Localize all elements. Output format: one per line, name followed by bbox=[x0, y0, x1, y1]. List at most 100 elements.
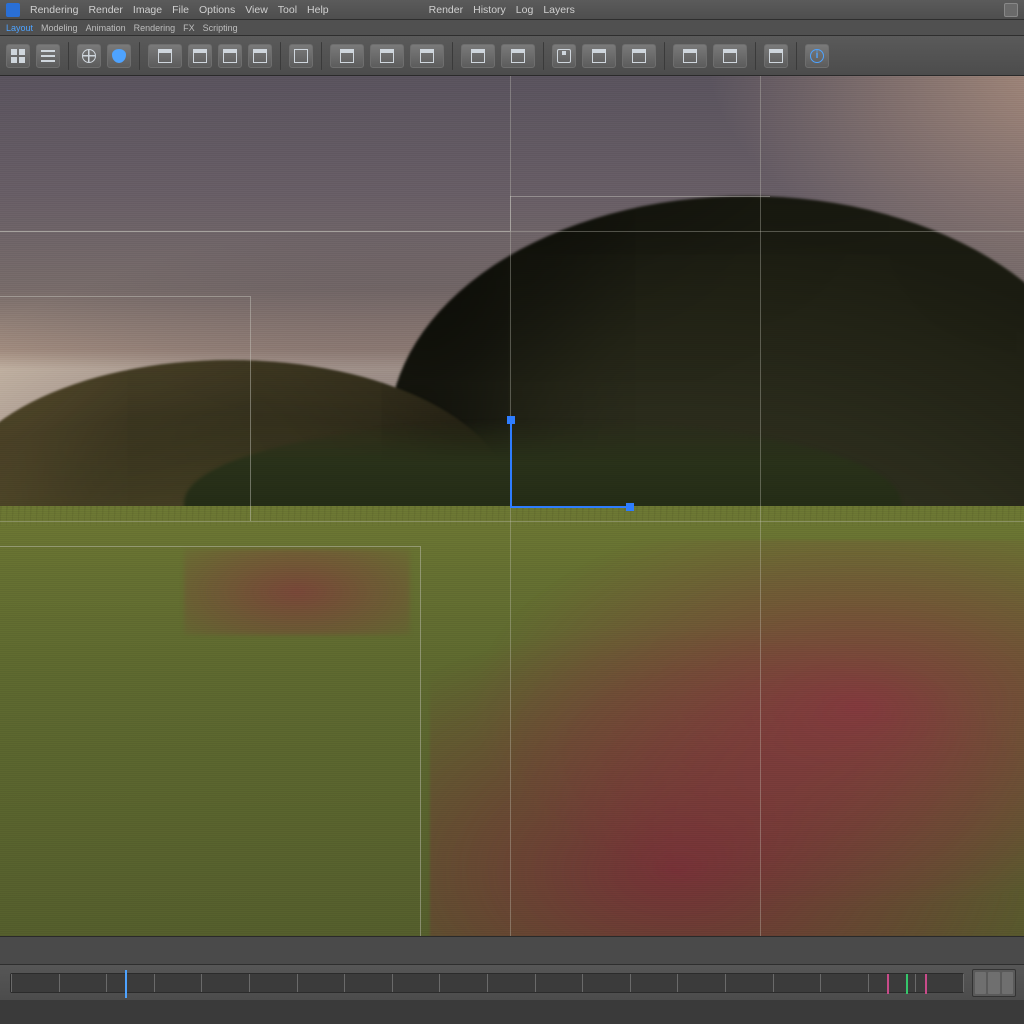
app-logo-icon bbox=[6, 3, 20, 17]
picker-button[interactable] bbox=[552, 44, 576, 68]
layout-3-button[interactable] bbox=[218, 44, 242, 68]
panel-c-button[interactable] bbox=[410, 44, 444, 68]
menu-item[interactable]: Image bbox=[133, 0, 162, 19]
timeline-track[interactable] bbox=[10, 973, 964, 993]
workspace-tab[interactable]: FX bbox=[183, 20, 195, 35]
timeline-tick bbox=[915, 974, 916, 992]
timeline-tick bbox=[59, 974, 60, 992]
panel-h-button[interactable] bbox=[673, 44, 707, 68]
globe-icon bbox=[82, 49, 96, 63]
timeline-tick bbox=[773, 974, 774, 992]
panel-e-button[interactable] bbox=[501, 44, 535, 68]
timeline bbox=[0, 964, 1024, 1000]
window-icon bbox=[592, 49, 606, 63]
grid-icon bbox=[11, 49, 25, 63]
toolbar-separator bbox=[796, 42, 797, 70]
window-icon bbox=[511, 49, 525, 63]
menu-bar: Rendering Render Image File Options View… bbox=[0, 0, 1024, 20]
panel-b-button[interactable] bbox=[370, 44, 404, 68]
timeline-end-controls[interactable] bbox=[972, 969, 1016, 997]
panel-j-button[interactable] bbox=[764, 44, 788, 68]
workspace-tab[interactable]: Animation bbox=[86, 20, 126, 35]
panel-f-button[interactable] bbox=[582, 44, 616, 68]
gizmo-x-handle[interactable] bbox=[626, 503, 634, 511]
timeline-marker[interactable] bbox=[925, 974, 927, 994]
workspace-tab[interactable]: Layout bbox=[6, 20, 33, 35]
menu-item[interactable]: Options bbox=[199, 0, 235, 19]
toolbar-separator bbox=[664, 42, 665, 70]
panel-g-button[interactable] bbox=[622, 44, 656, 68]
toolbar-separator bbox=[452, 42, 453, 70]
timeline-tick bbox=[725, 974, 726, 992]
workspace-tab-bar: Layout Modeling Animation Rendering FX Script… bbox=[0, 20, 1024, 36]
window-icon bbox=[223, 49, 237, 63]
timeline-marker[interactable] bbox=[906, 974, 908, 994]
timeline-tick bbox=[677, 974, 678, 992]
file-icon bbox=[294, 49, 308, 63]
window-icon bbox=[253, 49, 267, 63]
menu-item[interactable]: File bbox=[172, 0, 189, 19]
window-icon bbox=[420, 49, 434, 63]
window-icon bbox=[471, 49, 485, 63]
info-icon: i bbox=[810, 49, 824, 63]
toolbar-separator bbox=[543, 42, 544, 70]
timeline-tick bbox=[392, 974, 393, 992]
render-viewport[interactable] bbox=[0, 76, 1024, 936]
menu-item[interactable]: View bbox=[245, 0, 268, 19]
timeline-tick bbox=[201, 974, 202, 992]
timeline-tick bbox=[820, 974, 821, 992]
gizmo-x-axis-icon[interactable] bbox=[510, 506, 630, 508]
menu-item[interactable]: Tool bbox=[278, 0, 297, 19]
panel-a-button[interactable] bbox=[330, 44, 364, 68]
window-control-icon[interactable] bbox=[1004, 3, 1018, 17]
window-icon bbox=[340, 49, 354, 63]
menu-item[interactable]: History bbox=[473, 0, 506, 19]
timeline-tick bbox=[487, 974, 488, 992]
menu-item[interactable]: Layers bbox=[543, 0, 575, 19]
window-icon bbox=[683, 49, 697, 63]
view-grid-button[interactable] bbox=[6, 44, 30, 68]
workspace-tab[interactable]: Rendering bbox=[134, 20, 176, 35]
file-open-button[interactable] bbox=[289, 44, 313, 68]
toolbar-separator bbox=[139, 42, 140, 70]
timeline-cursor[interactable] bbox=[125, 970, 127, 998]
view-list-button[interactable] bbox=[36, 44, 60, 68]
timeline-tick bbox=[439, 974, 440, 992]
menu-item[interactable]: Help bbox=[307, 0, 329, 19]
timeline-tick bbox=[106, 974, 107, 992]
timeline-tick bbox=[630, 974, 631, 992]
menu-item[interactable]: Render bbox=[429, 0, 463, 19]
pick-icon bbox=[557, 49, 571, 63]
timeline-tick bbox=[154, 974, 155, 992]
layout-1-button[interactable] bbox=[148, 44, 182, 68]
gizmo-y-handle[interactable] bbox=[507, 416, 515, 424]
material-drop-button[interactable] bbox=[107, 44, 131, 68]
toolbar-separator bbox=[68, 42, 69, 70]
layout-4-button[interactable] bbox=[248, 44, 272, 68]
panel-i-button[interactable] bbox=[713, 44, 747, 68]
info-button[interactable]: i bbox=[805, 44, 829, 68]
window-icon bbox=[193, 49, 207, 63]
workspace-tab[interactable]: Scripting bbox=[203, 20, 238, 35]
timeline-tick bbox=[535, 974, 536, 992]
main-toolbar: i bbox=[0, 36, 1024, 76]
timeline-tick bbox=[868, 974, 869, 992]
panel-d-button[interactable] bbox=[461, 44, 495, 68]
timeline-marker[interactable] bbox=[887, 974, 889, 994]
toolbar-separator bbox=[755, 42, 756, 70]
toolbar-separator bbox=[321, 42, 322, 70]
gizmo-y-axis-icon[interactable] bbox=[510, 416, 512, 506]
menu-item[interactable]: Render bbox=[88, 0, 122, 19]
layout-2-button[interactable] bbox=[188, 44, 212, 68]
world-button[interactable] bbox=[77, 44, 101, 68]
workspace-tab[interactable]: Modeling bbox=[41, 20, 78, 35]
toolbar-separator bbox=[280, 42, 281, 70]
menu-cluster-primary: Rendering Render Image File Options View… bbox=[30, 0, 329, 19]
menu-item[interactable]: Rendering bbox=[30, 0, 78, 19]
window-icon bbox=[380, 49, 394, 63]
window-icon bbox=[632, 49, 646, 63]
menu-item[interactable]: Log bbox=[516, 0, 534, 19]
menu-cluster-secondary: Render History Log Layers bbox=[429, 0, 575, 19]
timeline-tick bbox=[11, 974, 12, 992]
timeline-tick bbox=[582, 974, 583, 992]
